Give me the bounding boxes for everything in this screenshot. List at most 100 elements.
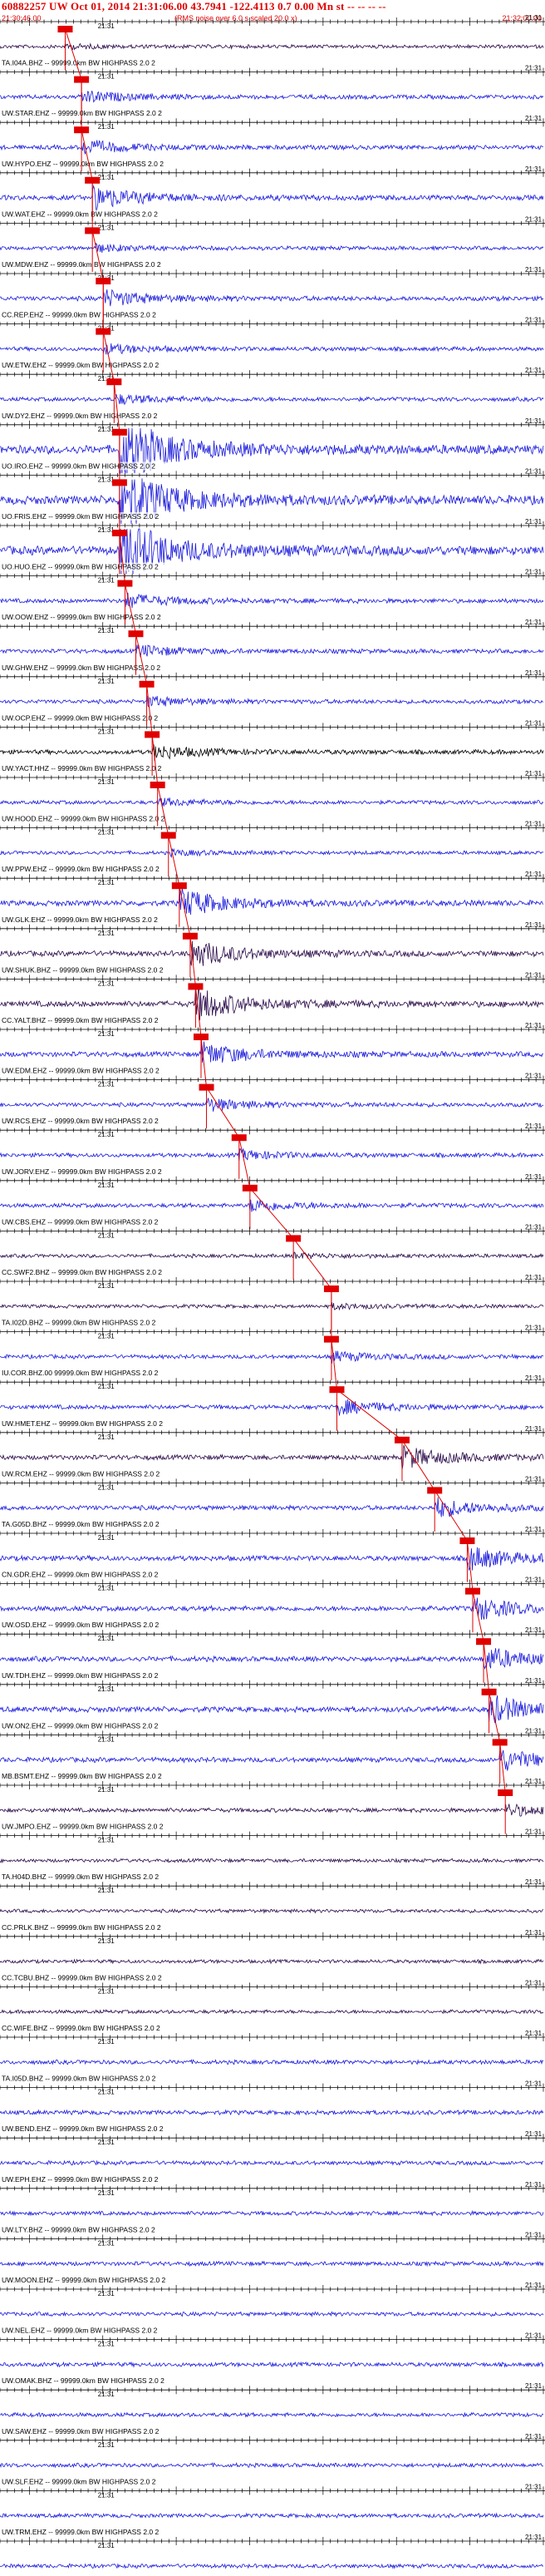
trace-row: 21:31 21:31 UW.TRM.EHZ -- 99999.0km BW HIG… [0, 2483, 545, 2536]
seismogram-plot: 21:31 21:31 TA.I04A.BHZ -- 99999.0km BW HI… [0, 14, 545, 2569]
trace-row: 21:31 21:31 UW.MOON.EHZ -- 99999.0km BW HI… [0, 2231, 545, 2284]
waveform-trace [0, 2461, 544, 2469]
channel-label: UW.JMPO.EHZ -- 99999.0km BW HIGHPASS 2.0… [2, 1823, 164, 1831]
channel-label: UW.HYPO.EHZ -- 99999.0km BW HIGHPASS 2.0… [2, 160, 164, 168]
trace-row: 21:31 21:31 UO.HUO.EHZ -- 99999.0km BW HIG… [0, 518, 545, 575]
time-tick-label: 21:31 [98, 1081, 115, 1088]
trace-row: 21:31 21:31 UW.OCP.EHZ -- 99999.0km BW HIG… [0, 669, 545, 726]
waveform-trace [0, 2210, 544, 2217]
trace-row: 21:31 21:31 CC.SWF2.BHZ -- 99999.0km BW HI… [0, 1223, 545, 1280]
time-tick-label: 21:31 [98, 2189, 115, 2197]
channel-label: UW.MOON.EHZ -- 99999.0km BW HIGHPASS 2.0… [2, 2276, 166, 2284]
time-tick-label: 21:31 [98, 22, 115, 30]
waveform-trace [0, 1597, 544, 1620]
trace-row: 21:31 21:31 UW.YACT.HHZ -- 99999.0km BW HI… [0, 719, 545, 776]
time-tick-label: 21:31 [98, 2290, 115, 2297]
waveform-trace [0, 1199, 544, 1212]
time-tick-label: 21:31 [525, 367, 543, 374]
time-tick-label: 21:31 [98, 1887, 115, 1894]
phase-pick-marker [57, 26, 73, 32]
time-tick-label: 21:31 [525, 518, 543, 526]
time-tick-label: 21:31 [525, 1929, 543, 1937]
waveform-trace [0, 1444, 544, 1470]
time-tick-label: 21:31 [525, 2433, 543, 2440]
channel-label: TA.I05D.BHZ -- 99999.0km BW HIGHPASS 2.0… [2, 2075, 156, 2083]
waveform-trace [0, 986, 544, 1021]
channel-label: UW.EDM.EHZ -- 99999.0km BW HIGHPASS 2.0 … [2, 1067, 160, 1075]
channel-label: UW.SLF.EHZ -- 99999.0km BW HIGHPASS 2.0 … [2, 2477, 156, 2485]
trace-row: 21:31 21:31 UW.HMET.EHZ -- 99999.0km BW HI… [0, 1374, 545, 1431]
time-tick-label: 21:31 [98, 980, 115, 987]
trace-row: 21:31 21:31 CC.TCBU.BHZ -- 99999.0km BW HI… [0, 1929, 545, 1982]
time-tick-label: 21:31 [525, 215, 543, 223]
trace-row: 21:31 21:31 TA.I02D.BHZ -- 99999.0km BW HI… [0, 1274, 545, 1330]
waveform-trace [0, 644, 544, 658]
time-tick-label: 21:31 [98, 728, 115, 735]
channel-label: UW.DY2.EHZ -- 99999.0km BW HIGHPASS 2.0 … [2, 412, 158, 420]
channel-label: UW.HMET.EHZ -- 99999.0km BW HIGHPASS 2.0… [2, 1419, 163, 1428]
trace-row: 21:31 21:31 UW.GHW.EHZ -- 99999.0km BW HIG… [0, 619, 545, 675]
trace-row: 21:31 21:31 TA.G05D.BHZ -- 99999.0km BW HI… [0, 1475, 545, 1532]
time-tick-label: 21:31 [525, 1626, 543, 1634]
channel-label: UW.RCS.EHZ -- 99999.0km BW HIGHPASS 2.0 … [2, 1117, 159, 1125]
time-tick-label: 21:31 [98, 1685, 115, 1693]
time-tick-label: 21:31 [525, 2080, 543, 2088]
waveform-trace [0, 185, 544, 213]
trace-row: 21:31 21:31 UW.PPW.EHZ -- 99999.0km BW HIG… [0, 821, 545, 877]
time-tick-label: 21:31 [525, 1173, 543, 1181]
channel-label: CN.GDR.EHZ -- 99999.0km BW HIGHPASS 2.0 … [2, 1571, 159, 1579]
channel-label: TA.G05D.BHZ -- 99999.0km BW HIGHPASS 2.0… [2, 1520, 160, 1528]
time-tick-label: 21:31 [525, 467, 543, 475]
waveform-trace [0, 2059, 544, 2065]
channel-label: UW.WAT.EHZ -- 99999.0km BW HIGHPASS 2.0 … [2, 210, 158, 218]
time-tick-label: 21:31 [525, 1374, 543, 1382]
time-tick-label: 21:31 [98, 224, 115, 231]
channel-label: IU.COR.BHZ.00 99999.0km BW HIGHPASS 2.0 … [2, 1369, 159, 1377]
time-tick-label: 21:31 [98, 2038, 115, 2046]
trace-row: 21:31 21:31 CC.PRLK.BHZ -- 99999.0km BW HI… [0, 1878, 545, 1932]
time-tick-label: 21:31 [98, 829, 115, 836]
time-tick-label: 21:31 [98, 174, 115, 181]
waveform-trace [0, 887, 544, 915]
time-tick-label: 21:31 [98, 1837, 115, 1844]
channel-label: TA.I02D.BHZ -- 99999.0km BW HIGHPASS 2.0… [2, 1319, 156, 1327]
time-tick-label: 21:31 [525, 669, 543, 677]
trace-row: 21:31 21:31 UO.IRO.EHZ -- 99999.0km BW HIG… [0, 417, 545, 474]
waveform-trace [0, 1907, 544, 1914]
waveform-trace [0, 847, 544, 859]
time-tick-label: 21:31 [525, 1123, 543, 1130]
trace-row: 21:31 21:31 UW.SHUK.BHZ -- 99999.0km BW HI… [0, 921, 545, 978]
channel-label: UW.OMAK.BHZ -- 99999.0km BW HIGHPASS 2.0… [2, 2376, 164, 2385]
time-tick-label: 21:31 [98, 1131, 115, 1138]
waveform-trace [0, 42, 544, 51]
channel-label: UW.RCM.EHZ -- 99999.0km BW HIGHPASS 2.0 … [2, 1469, 160, 1478]
time-tick-label: 21:31 [98, 1937, 115, 1945]
waveform-trace [0, 2512, 544, 2519]
time-tick-label: 21:31 [525, 2534, 543, 2541]
time-tick-label: 21:31 [98, 1182, 115, 1189]
trace-row: 21:31 21:31 UO.FRIS.EHZ -- 99999.0km BW HI… [0, 467, 545, 525]
time-tick-label: 21:31 [525, 1022, 543, 1029]
time-tick-label: 21:31 [98, 2391, 115, 2398]
channel-label: UW.ON2.EHZ -- 99999.0km BW HIGHPASS 2.0 … [2, 1721, 159, 1730]
trace-row: 21:31 21:31 UW.RCS.EHZ -- 99999.0km BW HIG… [0, 1073, 545, 1129]
channel-label: CC.REP.EHZ -- 99999.0km BW HIGHPASS 2.0 … [2, 311, 156, 319]
trace-row: 21:31 21:31 UW.OOW.EHZ -- 99999.0km BW HIG… [0, 569, 545, 625]
time-tick-label: 21:31 [98, 1735, 115, 1743]
time-tick-label: 21:31 [525, 1577, 543, 1584]
time-tick-label: 21:31 [525, 2231, 543, 2238]
channel-label: UO.FRIS.EHZ -- 99999.0km BW HIGHPASS 2.0… [2, 512, 160, 521]
channel-label: UW.BEND.EHZ -- 99999.0km BW HIGHPASS 2.0… [2, 2124, 164, 2133]
channel-label: UW.JORV.EHZ -- 99999.0km BW HIGHPASS 2.0… [2, 1167, 162, 1176]
time-tick-label: 21:31 [98, 1434, 115, 1441]
channel-label: TA.H04D.BHZ -- 99999.0km BW HIGHPASS 2.0… [2, 1873, 159, 1881]
trace-row: 21:31 21:31 UW.OMAK.BHZ -- 99999.0km BW HI… [0, 2332, 545, 2386]
time-tick-label: 21:31 [525, 2130, 543, 2138]
time-tick-label: 21:31 [525, 1475, 543, 1483]
channel-label: UO.IRO.EHZ -- 99999.0km BW HIGHPASS 2.0 … [2, 461, 155, 470]
channel-label: UW.OOW.EHZ -- 99999.0km BW HIGHPASS 2.0 … [2, 613, 161, 621]
trace-row: 21:31 21:31 UW.ON2.EHZ -- 99999.0km BW HIG… [0, 1677, 545, 1734]
channel-label: UW.EPH.EHZ -- 99999.0km BW HIGHPASS 2.0 … [2, 2175, 159, 2184]
time-tick-label: 21:31 [98, 2089, 115, 2096]
trace-row: 21:31 21:31 UW.LTY.BHZ -- 99999.0km BW HIG… [0, 2181, 545, 2234]
